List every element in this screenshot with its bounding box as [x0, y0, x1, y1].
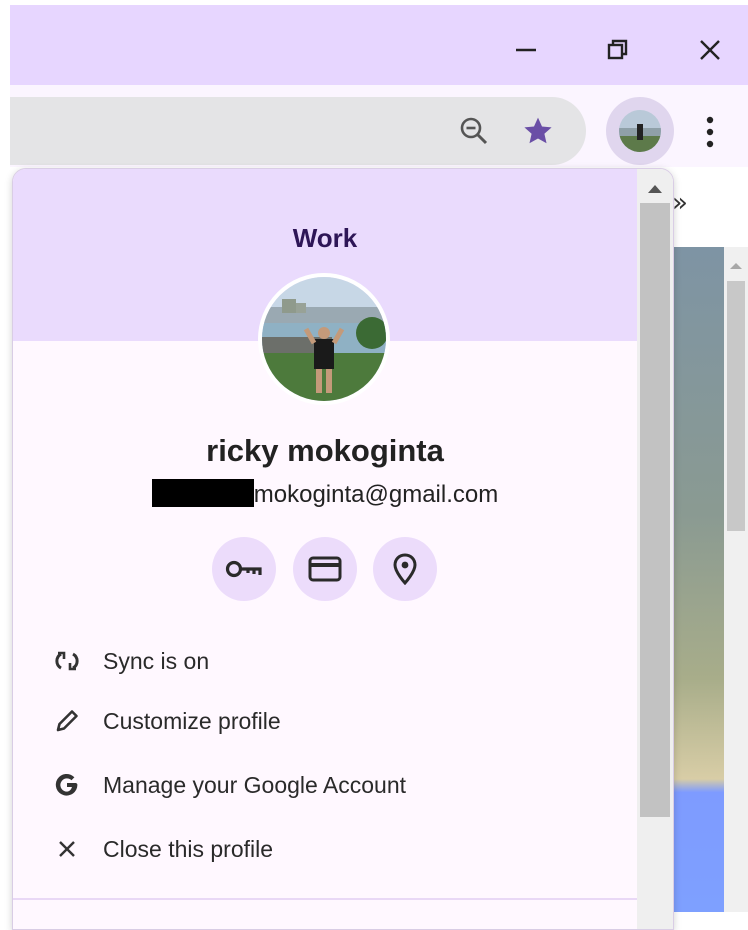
passwords-button[interactable] [212, 537, 276, 601]
profile-menu-popup: Work ricky mokoginta mokoginta@gmail.com [12, 168, 674, 930]
zoom-out-icon [460, 117, 488, 145]
page-scrollbar-thumb[interactable] [727, 281, 745, 531]
address-bar[interactable] [10, 97, 586, 165]
bookmarks-overflow-button[interactable]: » [672, 188, 688, 218]
profile-button[interactable] [606, 97, 674, 165]
close-icon [59, 841, 75, 857]
popup-scrollbar[interactable] [637, 169, 673, 929]
profile-photo [258, 273, 390, 405]
minimize-icon [516, 48, 536, 52]
minimize-button[interactable] [502, 27, 550, 73]
close-profile-item[interactable]: Close this profile [13, 821, 637, 877]
scroll-up-arrow-icon [730, 263, 742, 269]
browser-menu-button[interactable] [692, 110, 728, 154]
google-g-icon [55, 773, 78, 796]
user-email: mokoginta@gmail.com [13, 479, 637, 509]
bookmark-button[interactable] [520, 113, 556, 149]
sync-status-item[interactable]: Sync is on [13, 633, 637, 689]
menu-item-label: Close this profile [103, 835, 274, 862]
restore-button[interactable] [594, 27, 642, 73]
menu-divider [13, 898, 637, 900]
addresses-button[interactable] [373, 537, 437, 601]
pencil-icon [56, 710, 78, 732]
star-icon [524, 117, 552, 144]
sync-icon [55, 651, 79, 671]
close-window-button[interactable] [686, 27, 734, 73]
redaction-block [151, 479, 254, 507]
key-icon [225, 560, 262, 578]
zoom-button[interactable] [456, 113, 492, 149]
popup-scrollbar-thumb[interactable] [640, 203, 670, 817]
menu-item-label: Sync is on [103, 647, 210, 674]
profile-label: Work [292, 223, 358, 253]
avatar [619, 110, 661, 152]
page-scrollbar[interactable] [724, 247, 748, 912]
location-pin-icon [393, 553, 417, 585]
menu-item-label: Customize profile [103, 707, 281, 734]
close-icon [700, 40, 720, 60]
window-titlebar [10, 5, 748, 85]
restore-icon [607, 39, 628, 60]
page-content [672, 247, 724, 912]
email-text: mokoginta@gmail.com [253, 481, 499, 508]
manage-google-account-item[interactable]: Manage your Google Account [13, 757, 637, 813]
scroll-up-arrow-icon [648, 185, 662, 193]
user-name: ricky mokoginta [206, 433, 444, 468]
credit-card-icon [308, 556, 342, 582]
payment-methods-button[interactable] [293, 537, 357, 601]
customize-profile-item[interactable]: Customize profile [13, 693, 637, 749]
more-vertical-icon [706, 116, 714, 148]
menu-item-label: Manage your Google Account [103, 771, 407, 798]
